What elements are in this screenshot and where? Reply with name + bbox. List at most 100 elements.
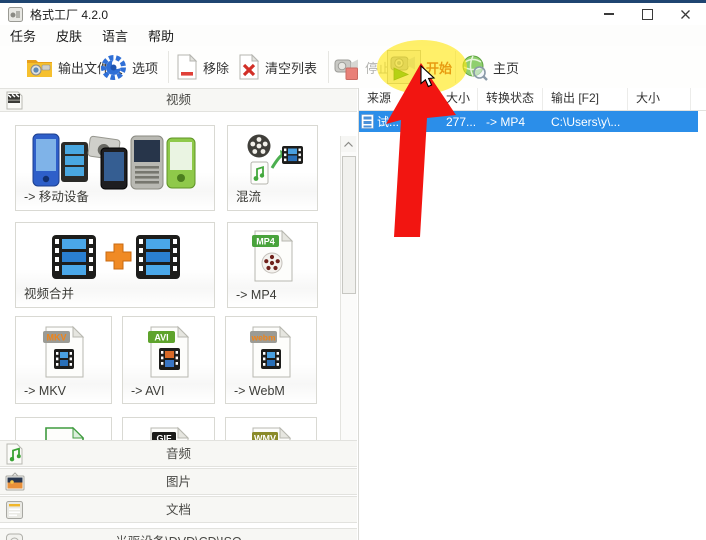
video-join-icon	[16, 229, 214, 285]
options-button[interactable]: 选项	[100, 49, 158, 85]
avi-badge: AVI	[154, 333, 168, 343]
menu-item-skin[interactable]: 皮肤	[46, 26, 92, 45]
chevron-up-icon	[344, 141, 353, 147]
source-name: 试...	[377, 115, 400, 129]
toolbar: 输出文件夹 选项 移除 清空列表 停止 开始 主页	[0, 46, 706, 89]
stop-icon	[334, 59, 358, 80]
tab-audio-label: 音频	[165, 447, 191, 461]
toolbar-separator	[455, 51, 456, 83]
partial-file-icon	[16, 424, 111, 440]
status-cell: -> MP4	[486, 114, 526, 129]
document-icon	[4, 499, 25, 521]
card-label: -> MKV	[24, 384, 67, 398]
webm-file-icon: webm	[226, 323, 316, 379]
webm-badge: webm	[250, 333, 276, 343]
stop-button[interactable]: 停止	[334, 49, 391, 85]
column-header-size2[interactable]: 大小	[628, 88, 691, 110]
picture-icon	[4, 471, 26, 493]
tab-picture-label: 图片	[165, 475, 191, 489]
gif-file-icon: GIF	[123, 424, 214, 440]
tab-audio[interactable]: 音频	[0, 440, 357, 467]
card-to-mp4[interactable]: MP4 -> MP4	[227, 222, 318, 308]
tab-rom-device[interactable]: 光驱设备\DVD\CD\ISO	[0, 528, 357, 540]
card-label: 混流	[236, 190, 262, 204]
main-area: 视频 -> 移动设备 混流 视频合并 MP4 -> MP4 MKV -> MKV…	[0, 88, 706, 540]
mkv-file-icon: MKV	[16, 323, 111, 379]
wmv-file-icon: WMV	[226, 424, 316, 440]
output-folder-icon	[27, 60, 52, 77]
scroll-up-button[interactable]	[341, 136, 356, 152]
card-label: -> 移动设备	[24, 190, 89, 204]
card-label: -> AVI	[131, 384, 165, 398]
card-to-webm[interactable]: webm -> WebM	[225, 316, 317, 404]
home-button[interactable]: 主页	[461, 49, 519, 85]
source-cell: 试...	[359, 113, 438, 130]
column-header-source[interactable]: 来源	[359, 88, 438, 110]
start-icon	[390, 56, 415, 81]
mux-icon	[228, 132, 317, 188]
home-label: 主页	[493, 60, 520, 76]
maximize-button[interactable]	[628, 3, 666, 25]
left-panel-scrollbar[interactable]	[340, 136, 357, 440]
clear-list-label: 清空列表	[265, 60, 318, 76]
clear-list-button[interactable]: 清空列表	[238, 49, 317, 85]
mkv-badge: MKV	[46, 333, 66, 343]
maximize-icon	[641, 8, 653, 20]
card-to-mkv[interactable]: MKV -> MKV	[15, 316, 112, 404]
card-label: -> WebM	[234, 384, 285, 398]
start-button[interactable]: 开始	[387, 49, 452, 85]
menu-item-help[interactable]: 帮助	[138, 26, 184, 45]
title-bar[interactable]: 格式工厂 4.2.0	[0, 3, 706, 25]
tab-video[interactable]: 视频	[0, 88, 357, 112]
home-globe-icon	[462, 55, 488, 81]
card-mux[interactable]: 混流	[227, 125, 318, 211]
options-label: 选项	[132, 60, 159, 76]
minimize-icon	[604, 13, 614, 15]
avi-file-icon: AVI	[123, 323, 214, 379]
clear-list-icon	[239, 54, 260, 80]
tab-document[interactable]: 文档	[0, 496, 357, 523]
card-partial-wmv[interactable]: WMV	[225, 417, 317, 440]
column-header-size[interactable]: 大小	[438, 88, 478, 110]
scrollbar-thumb[interactable]	[342, 156, 356, 294]
toolbar-separator	[168, 51, 169, 83]
video-clapper-icon	[4, 90, 25, 111]
size-cell: 277...	[446, 114, 477, 129]
card-partial-1[interactable]	[15, 417, 112, 440]
task-table-header: 来源 大小 转换状态 输出 [F2] 大小	[359, 88, 706, 111]
card-to-avi[interactable]: AVI -> AVI	[122, 316, 215, 404]
minimize-button[interactable]	[590, 3, 628, 25]
menu-item-language[interactable]: 语言	[92, 26, 138, 45]
tab-picture[interactable]: 图片	[0, 468, 357, 495]
card-label: 视频合并	[24, 287, 75, 301]
app-window: 格式工厂 4.2.0 任务 皮肤 语言 帮助 输出文件夹 选项 移除 清空列表 …	[0, 0, 706, 540]
column-header-filler	[691, 88, 706, 110]
tab-rom-label: 光驱设备\DVD\CD\ISO	[0, 529, 357, 540]
remove-doc-icon	[177, 54, 198, 80]
mobile-devices-icon	[16, 132, 214, 190]
task-list-panel: 来源 大小 转换状态 输出 [F2] 大小 试... 277... -> MP4…	[358, 88, 706, 540]
card-mobile-device[interactable]: -> 移动设备	[15, 125, 215, 211]
mp4-badge: MP4	[256, 237, 275, 247]
media-file-icon	[361, 114, 374, 129]
rom-device-icon	[4, 531, 25, 540]
app-icon	[8, 6, 23, 22]
column-header-output[interactable]: 输出 [F2]	[543, 88, 628, 110]
close-icon	[680, 9, 690, 19]
close-button[interactable]	[666, 3, 704, 25]
card-video-join[interactable]: 视频合并	[15, 222, 215, 308]
table-row[interactable]: 试... 277... -> MP4 C:\Users\y\...	[359, 111, 698, 132]
tab-document-label: 文档	[165, 503, 191, 517]
options-gear-icon	[101, 54, 126, 80]
start-icon-frame	[387, 50, 421, 84]
card-partial-gif[interactable]: GIF	[122, 417, 215, 440]
video-formats-grid: -> 移动设备 混流 视频合并 MP4 -> MP4 MKV -> MKV AV…	[0, 112, 358, 440]
mp4-file-icon: MP4	[228, 229, 317, 283]
card-label: -> MP4	[236, 288, 277, 302]
remove-button[interactable]: 移除	[176, 49, 229, 85]
tab-video-label: 视频	[165, 93, 191, 107]
output-cell: C:\Users\y\...	[551, 114, 621, 129]
menu-item-task[interactable]: 任务	[0, 26, 46, 45]
start-label: 开始	[426, 60, 453, 76]
column-header-status[interactable]: 转换状态	[478, 88, 543, 110]
